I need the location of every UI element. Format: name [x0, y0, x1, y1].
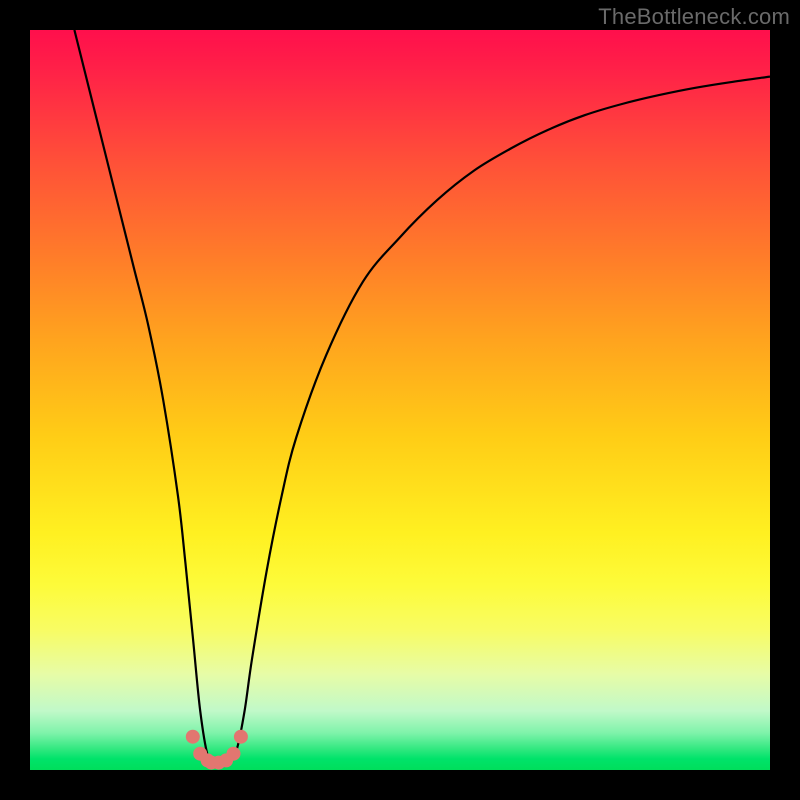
curve-markers: [186, 730, 248, 770]
curve-marker-dot: [186, 730, 200, 744]
chart-plot-area: [30, 30, 770, 770]
curve-marker-dot: [227, 747, 241, 761]
curve-marker-dot: [234, 730, 248, 744]
watermark-text: TheBottleneck.com: [598, 4, 790, 30]
bottleneck-curve: [30, 30, 770, 770]
curve-line: [74, 30, 770, 767]
